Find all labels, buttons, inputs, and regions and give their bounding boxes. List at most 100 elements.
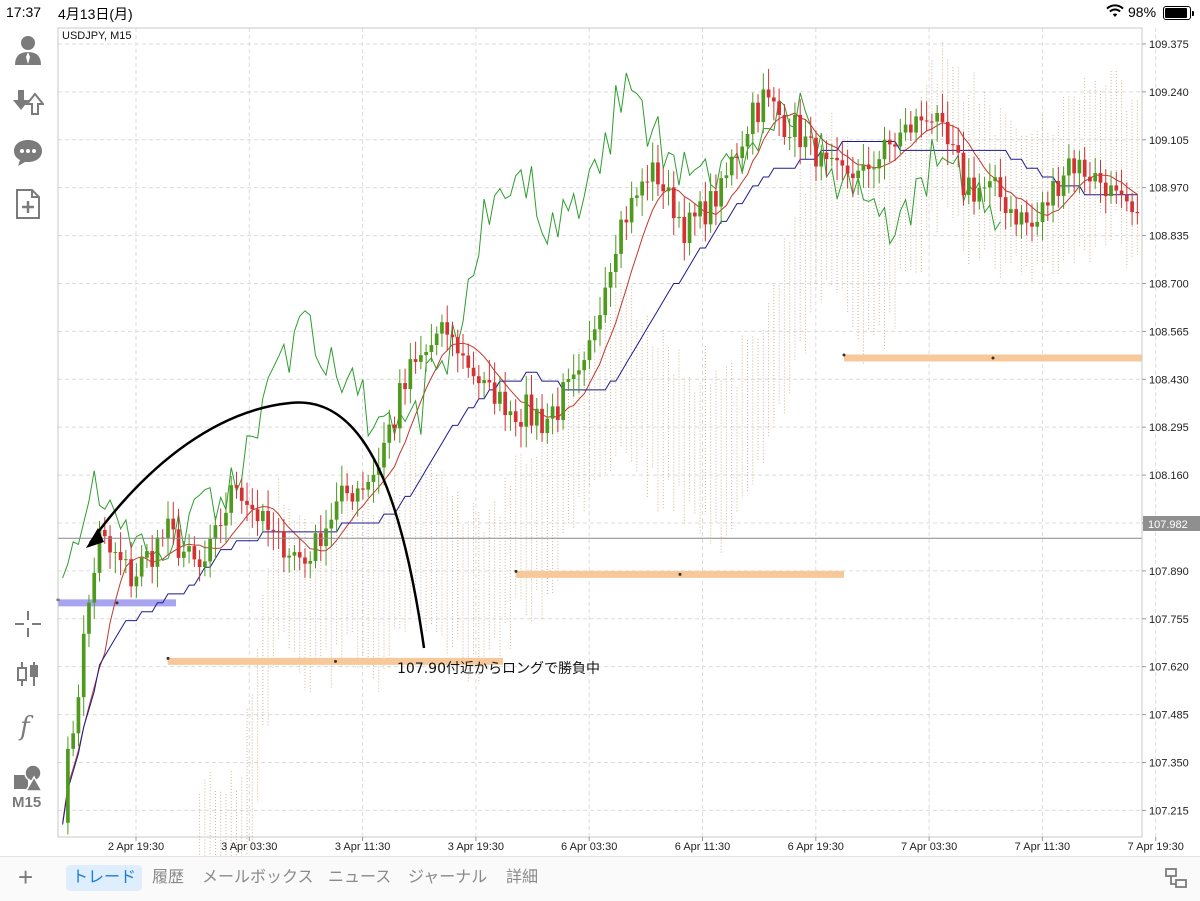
y-tick-label: 108.295 bbox=[1149, 422, 1189, 434]
candle-body bbox=[498, 391, 502, 404]
candle-body bbox=[656, 162, 660, 185]
candle-body bbox=[239, 487, 244, 501]
candle-body bbox=[908, 124, 913, 133]
candle-body bbox=[234, 485, 239, 488]
zone-anchor bbox=[115, 601, 119, 605]
objects-shapes-icon[interactable] bbox=[10, 760, 46, 796]
x-tick-label: 3 Apr 11:30 bbox=[335, 841, 390, 853]
candle-body bbox=[245, 500, 249, 505]
candle-body bbox=[276, 531, 281, 533]
new-order-icon[interactable] bbox=[10, 186, 46, 222]
candle-body bbox=[192, 546, 197, 560]
candle-body bbox=[382, 442, 386, 468]
candle-body bbox=[750, 102, 755, 134]
x-tick-label: 6 Apr 03:30 bbox=[561, 841, 617, 853]
x-tick-label: 7 Apr 03:30 bbox=[901, 841, 957, 853]
zone-anchor bbox=[991, 356, 995, 360]
candle-body bbox=[1088, 176, 1092, 182]
candle-body bbox=[1045, 202, 1050, 206]
zone-anchor bbox=[166, 656, 170, 660]
candle-body bbox=[1040, 202, 1045, 223]
candle-body bbox=[292, 552, 297, 556]
candle-body bbox=[534, 408, 539, 426]
tab-mailbox[interactable]: メールボックス bbox=[196, 865, 320, 891]
candle-body bbox=[1093, 173, 1098, 182]
tab-trade[interactable]: トレード bbox=[66, 865, 143, 891]
chat-icon[interactable] bbox=[10, 134, 46, 170]
ichimoku-cloud bbox=[199, 42, 1138, 856]
chart-grid bbox=[58, 28, 1157, 837]
candle-body bbox=[139, 557, 144, 577]
candle-body bbox=[840, 160, 845, 166]
current-price-value: 107.982 bbox=[1148, 519, 1188, 531]
candle-body bbox=[924, 120, 929, 122]
battery-percent: 98% bbox=[1128, 4, 1157, 20]
candle-body bbox=[603, 287, 608, 316]
candle-body bbox=[1056, 180, 1061, 196]
candle-body bbox=[287, 555, 292, 558]
chart-type-candles-icon[interactable] bbox=[10, 656, 46, 692]
candle-body bbox=[187, 546, 191, 552]
candle-body bbox=[92, 572, 97, 603]
candle-body bbox=[703, 201, 708, 225]
layout-icon[interactable] bbox=[1158, 867, 1194, 893]
candle-body bbox=[677, 216, 681, 219]
ios-status-bar: 17:37 4月13日(月) 98% bbox=[0, 0, 1200, 26]
trade-arrows-icon[interactable] bbox=[10, 84, 46, 120]
candle-body bbox=[81, 633, 86, 698]
account-icon[interactable] bbox=[10, 32, 46, 68]
candle-body bbox=[181, 551, 186, 558]
candle-body bbox=[692, 212, 697, 217]
candle-body bbox=[129, 559, 133, 587]
candle-body bbox=[308, 560, 313, 564]
candle-body bbox=[118, 551, 123, 561]
candle-body bbox=[155, 537, 160, 567]
candle-body bbox=[1051, 180, 1055, 206]
price-chart[interactable]: USDJPY, M15 109.375 109.240 109.105 108.970… bbox=[0, 0, 1200, 856]
price-axis: 109.375 109.240 109.105 108.970 108.835 108.7… bbox=[1142, 39, 1189, 817]
candle-body bbox=[945, 121, 950, 145]
candle-body bbox=[624, 219, 629, 223]
candle-body bbox=[324, 528, 328, 547]
candle-body bbox=[355, 488, 360, 502]
candle-body bbox=[403, 383, 407, 390]
tab-news[interactable]: ニュース bbox=[322, 865, 397, 891]
y-tick-label: 108.565 bbox=[1149, 326, 1189, 338]
candle-body bbox=[1061, 175, 1066, 196]
candle-body bbox=[134, 576, 139, 587]
tab-details[interactable]: 詳細 bbox=[500, 865, 544, 891]
timeframe-button[interactable]: M15 bbox=[12, 794, 41, 811]
candle-body bbox=[1124, 194, 1129, 202]
clock: 17:37 bbox=[6, 4, 42, 20]
x-tick-label: 7 Apr 11:30 bbox=[1015, 841, 1070, 853]
candle-body bbox=[861, 164, 866, 171]
candle-body bbox=[619, 219, 623, 254]
candle-body bbox=[1067, 158, 1071, 176]
candle-body bbox=[271, 529, 276, 532]
candle-body bbox=[461, 353, 465, 356]
wifi-icon bbox=[1106, 4, 1124, 21]
candle-body bbox=[613, 253, 618, 272]
candle-body bbox=[113, 551, 118, 553]
tab-journal[interactable]: ジャーナル bbox=[402, 865, 493, 891]
candle-body bbox=[645, 181, 650, 183]
candle-body bbox=[1030, 222, 1034, 227]
candle-body bbox=[930, 121, 934, 123]
y-tick-label: 108.700 bbox=[1149, 278, 1189, 290]
tab-history[interactable]: 履歴 bbox=[146, 865, 190, 891]
candle-body bbox=[519, 422, 523, 427]
candle-body bbox=[661, 184, 666, 192]
indicators-f-icon[interactable]: f bbox=[10, 708, 46, 744]
y-tick-label: 108.970 bbox=[1149, 183, 1189, 195]
x-tick-label: 7 Apr 19:30 bbox=[1128, 841, 1184, 853]
crosshair-icon[interactable] bbox=[10, 606, 46, 642]
candle-body bbox=[250, 504, 255, 510]
candle-body bbox=[629, 197, 634, 223]
x-tick-label: 3 Apr 19:30 bbox=[448, 841, 504, 853]
candle-body bbox=[1019, 212, 1024, 225]
candle-body bbox=[835, 157, 839, 161]
add-icon[interactable]: + bbox=[12, 863, 39, 891]
candle-body bbox=[66, 748, 70, 823]
candle-body bbox=[513, 411, 518, 422]
candle-body bbox=[766, 89, 771, 98]
